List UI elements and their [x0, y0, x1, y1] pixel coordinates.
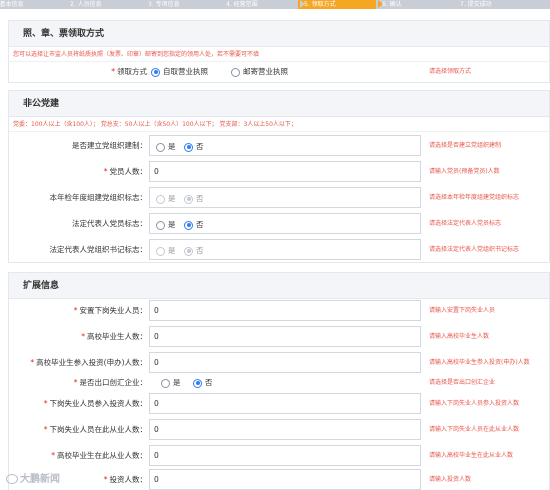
- party-year-flag-hint: 请选择本年检年度组建党组织标志: [429, 194, 520, 201]
- party-org-row: 是否建立党组织建制： 是 否 请选择是否建立党组织建制: [9, 135, 549, 157]
- laid-off-employed-row: * 下岗失业人员在此从业人数： 0 请输入下岗失业人员在此从业人数: [9, 419, 549, 441]
- graduates-row: * 高校毕业生人数： 0 请输入高校毕业生人数: [9, 326, 549, 348]
- pickup-section: 照、章、票领取方式 您可以选择让市监人员将纸质执照（发票、印章）邮寄到您指定的领…: [8, 20, 550, 83]
- graduates-employed-row: * 高校毕业生在此从业人数： 0 请输入高校毕业生在此从业人数: [9, 445, 549, 467]
- step-7: 7. 提交成功: [454, 0, 550, 9]
- party-members-hint: 请输入党员(预备党员)人数: [429, 168, 500, 175]
- radio-unchecked-icon: [231, 67, 240, 77]
- investors-row: * 投资人数： 0 请输入投资人数: [9, 469, 549, 490]
- party-section: 非公党建 党委：100人以上（含100人）； 党总支：50人以上（含50人）10…: [8, 90, 550, 263]
- step-1: 1. 基本信息: [0, 0, 71, 9]
- step-5-active: 5. 领取方式: [298, 0, 383, 9]
- export-row: * 是否出口创汇企业： 是 否 请选择是否出口创汇企业: [9, 374, 549, 392]
- radio-unchecked-icon: [156, 194, 165, 204]
- legal-rep-member-row: 法定代表人党员标志： 是 否 请选择法定代表人党员标志: [9, 213, 549, 235]
- graduates-hint: 请输入高校毕业生人数: [429, 333, 490, 340]
- radio-unchecked-icon: [161, 378, 170, 388]
- legal-rep-secretary-radios: 是 否: [149, 239, 421, 260]
- legal-rep-secretary-yes-radio: 是: [156, 245, 176, 256]
- graduates-employed-label: * 高校毕业生在此从业人数：: [51, 451, 147, 460]
- graduates-label: * 高校毕业生人数：: [81, 332, 147, 341]
- export-yes-radio[interactable]: 是: [161, 377, 181, 388]
- legal-rep-secretary-row: 法定代表人党组织书记标志： 是 否 请选择法定代表人党组织书记标志: [9, 239, 549, 261]
- export-hint: 请选择是否出口创汇企业: [429, 379, 496, 386]
- radio-unchecked-icon: [156, 246, 165, 256]
- graduates-employed-input[interactable]: 0: [149, 445, 421, 466]
- progress-steps: 1. 基本信息 2. 人员信息 3. 专项信息 4. 经营范围 5. 领取方式 …: [0, 0, 550, 9]
- radio-checked-icon: [151, 67, 160, 77]
- party-year-flag-yes-radio: 是: [156, 193, 176, 204]
- investors-hint: 请输入投资人数: [429, 476, 472, 483]
- radio-unchecked-icon: [156, 220, 165, 230]
- pickup-method-row: * 领取方式 自取营业执照 邮寄营业执照 请选择领取方式: [9, 62, 549, 82]
- laid-off-invest-row: * 下岗失业人员参入投资人数： 0 请输入下岗失业人员参入投资人数: [9, 393, 549, 415]
- step-3: 3. 专项信息: [142, 0, 227, 9]
- graduates-invest-hint: 请输入高校毕业生参入投资(申办)人数: [429, 359, 530, 366]
- radio-self-pickup[interactable]: 自取营业执照: [151, 66, 208, 77]
- export-no-radio[interactable]: 否: [193, 377, 213, 388]
- laid-off-invest-hint: 请输入下岗失业人员参入投资人数: [429, 400, 520, 407]
- graduates-employed-hint: 请输入高校毕业生在此从业人数: [429, 452, 514, 459]
- step-2: 2. 人员信息: [64, 0, 149, 9]
- pickup-section-title: 照、章、票领取方式: [9, 21, 549, 47]
- laid-off-employed-input[interactable]: 0: [149, 419, 421, 440]
- radio-checked-icon: [184, 220, 193, 230]
- laid-off-invest-label: * 下岗失业人员参入投资人数：: [43, 399, 147, 408]
- party-org-hint: 请选择是否建立党组织建制: [429, 142, 502, 149]
- step-4: 4. 经营范围: [220, 0, 305, 9]
- party-org-label: 是否建立党组织建制：: [72, 141, 147, 150]
- laid-off-employed-label: * 下岗失业人员在此从业人数：: [43, 425, 147, 434]
- party-members-input[interactable]: 0: [149, 161, 421, 182]
- party-year-flag-radios: 是 否: [149, 187, 421, 208]
- legal-rep-secretary-hint: 请选择法定代表人党组织书记标志: [429, 246, 520, 253]
- party-notice: 党委：100人以上（含100人）； 党总支：50人以上（含50人）100人以下；…: [9, 117, 549, 132]
- party-org-yes-radio[interactable]: 是: [156, 141, 176, 152]
- graduates-input[interactable]: 0: [149, 326, 421, 347]
- legal-rep-secretary-no-radio: 否: [184, 245, 204, 256]
- party-year-flag-row: 本年检年度组建党组织标志： 是 否 请选择本年检年度组建党组织标志: [9, 187, 549, 209]
- legal-rep-member-radios: 是 否: [149, 213, 421, 234]
- party-members-row: * 党员人数： 0 请输入党员(预备党员)人数: [9, 161, 549, 183]
- laid-off-employed-hint: 请输入下岗失业人员在此从业人数: [429, 426, 520, 433]
- party-org-no-radio[interactable]: 否: [184, 141, 204, 152]
- legal-rep-member-yes-radio[interactable]: 是: [156, 219, 176, 230]
- pickup-method-radios: 自取营业执照 邮寄营业执照: [149, 62, 421, 83]
- legal-rep-member-hint: 请选择法定代表人党员标志: [429, 220, 502, 227]
- radio-mail-delivery[interactable]: 邮寄营业执照: [231, 66, 288, 77]
- radio-checked-icon: [193, 378, 202, 388]
- investors-input[interactable]: 0: [149, 469, 421, 490]
- graduates-invest-row: * 高校毕业生参入投资(申办)人数： 0 请输入高校毕业生参入投资(申办)人数: [9, 352, 549, 374]
- weibo-icon: [6, 474, 18, 484]
- legal-rep-member-label: 法定代表人党员标志：: [72, 219, 147, 228]
- radio-checked-icon: [184, 246, 193, 256]
- party-year-flag-no-radio: 否: [184, 193, 204, 204]
- party-year-flag-label: 本年检年度组建党组织标志：: [49, 193, 148, 202]
- watermark: 大鹏新闻: [6, 473, 60, 487]
- step-6: 6. 确认: [376, 0, 461, 9]
- graduates-invest-label: * 高校毕业生参入投资(申办)人数：: [30, 358, 147, 367]
- laid-off-placed-input[interactable]: 0: [149, 300, 421, 321]
- extra-section-title: 扩展信息: [9, 273, 549, 299]
- extra-section: 扩展信息 * 安置下岗失业人员： 0 请输入安置下岗失业人员 * 高校毕业生人数： …: [8, 272, 550, 490]
- radio-checked-icon: [184, 142, 193, 152]
- party-section-title: 非公党建: [9, 91, 549, 117]
- radio-checked-icon: [184, 194, 193, 204]
- investors-label: * 投资人数：: [103, 475, 147, 484]
- pickup-method-label: * 领取方式: [111, 67, 147, 76]
- export-radios: 是 否: [149, 374, 421, 392]
- legal-rep-member-no-radio[interactable]: 否: [184, 219, 204, 230]
- laid-off-placed-label: * 安置下岗失业人员：: [73, 306, 147, 315]
- party-members-label: * 党员人数：: [103, 167, 147, 176]
- radio-unchecked-icon: [156, 142, 165, 152]
- pickup-notice: 您可以选择让市监人员将纸质执照（发票、印章）邮寄到您指定的领用人处，若不需要可不…: [9, 47, 549, 62]
- laid-off-placed-row: * 安置下岗失业人员： 0 请输入安置下岗失业人员: [9, 300, 549, 322]
- export-label: * 是否出口创汇企业：: [73, 378, 147, 387]
- laid-off-invest-input[interactable]: 0: [149, 393, 421, 414]
- pickup-method-hint: 请选择领取方式: [429, 68, 472, 75]
- legal-rep-secretary-label: 法定代表人党组织书记标志：: [49, 245, 148, 254]
- graduates-invest-input[interactable]: 0: [149, 352, 421, 373]
- party-org-radios: 是 否: [149, 135, 421, 156]
- laid-off-placed-hint: 请输入安置下岗失业人员: [429, 307, 496, 314]
